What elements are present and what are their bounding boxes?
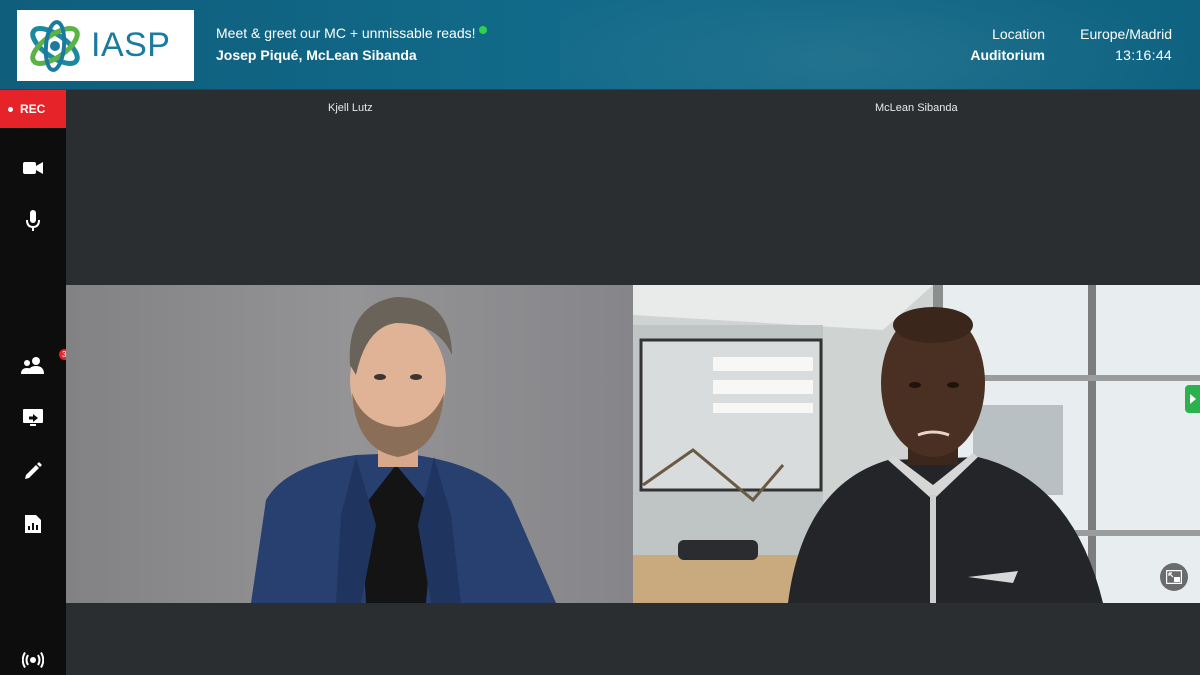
whiteboard-button[interactable] <box>0 451 66 491</box>
participants-button[interactable]: 37 <box>0 345 74 385</box>
record-label: REC <box>20 102 46 116</box>
screen-share-icon <box>23 409 43 426</box>
microphone-button[interactable] <box>0 201 66 241</box>
microphone-icon <box>26 210 40 231</box>
pencil-icon <box>25 462 42 479</box>
broadcast-icon <box>22 652 44 668</box>
broadcast-button[interactable] <box>0 646 66 674</box>
iasp-logo: IASP <box>17 10 194 81</box>
clock-time: 13:16:44 <box>1115 47 1172 63</box>
event-speakers: Josep Piqué, McLean Sibanda <box>216 47 417 63</box>
video-tile-kjell-lutz[interactable] <box>66 285 633 603</box>
participant-name-label: Kjell Lutz <box>328 102 373 114</box>
logo-text: IASP <box>91 26 171 64</box>
chevron-right-icon <box>1189 394 1196 404</box>
top-header: IASP Meet & greet our MC + unmissable re… <box>0 0 1200 90</box>
logo-emblem-icon <box>30 19 80 72</box>
record-dot-icon <box>8 106 13 112</box>
event-title: Meet & greet our MC + unmissable reads! <box>216 25 487 41</box>
poll-icon <box>25 515 41 533</box>
participant-name-label: McLean Sibanda <box>875 102 958 114</box>
camera-button[interactable] <box>0 148 66 188</box>
timezone-label: Europe/Madrid <box>1080 26 1172 42</box>
picture-in-picture-icon <box>1166 570 1182 584</box>
event-title-text: Meet & greet our MC + unmissable reads! <box>216 25 476 41</box>
screen-share-button[interactable] <box>0 398 66 438</box>
participants-icon-wrap: 37 <box>21 349 74 374</box>
left-toolbar: REC 37 <box>0 90 74 675</box>
location-value: Auditorium <box>970 47 1045 63</box>
video-stage: Kjell Lutz McLean Sibanda <box>66 90 1200 675</box>
participants-icon <box>21 357 44 374</box>
camera-icon <box>23 162 43 174</box>
expand-panel-tab[interactable] <box>1185 385 1200 413</box>
live-status-icon <box>478 26 487 34</box>
poll-button[interactable] <box>0 504 66 544</box>
location-label: Location <box>992 26 1045 42</box>
participant-video-image <box>633 285 1200 603</box>
record-button[interactable]: REC <box>0 90 66 128</box>
picture-in-picture-button[interactable] <box>1160 563 1188 591</box>
video-tile-mclean-sibanda[interactable] <box>633 285 1200 603</box>
participant-video-image <box>66 285 633 603</box>
